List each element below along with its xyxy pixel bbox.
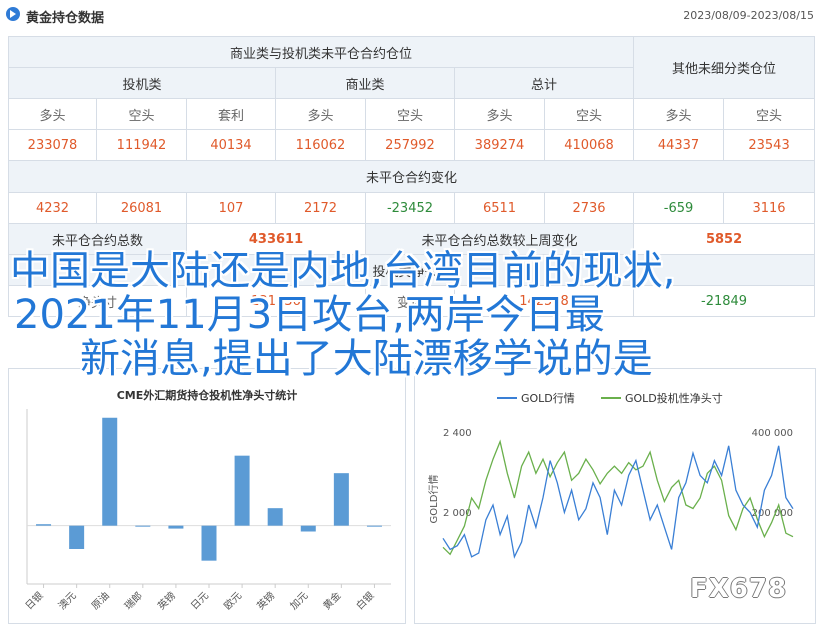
position-value: 40134	[186, 129, 276, 161]
y-left-axis-label: GOLD行情	[427, 475, 440, 524]
col-label: 多头	[275, 98, 366, 130]
section-other: 其他未细分类仓位	[633, 36, 816, 99]
bar-chart-svg: 日银 澳元 原油 瑞郎 英镑 日元 欧元 英镑 加元 黄金 白银	[22, 409, 391, 613]
bar	[36, 524, 52, 526]
play-icon	[6, 7, 20, 21]
x-tick-label: 日银	[22, 589, 45, 612]
bar	[234, 455, 250, 526]
headline-line-3: 新消息,提出了大陆漂移学说的是	[80, 336, 653, 382]
position-value: 410068	[543, 129, 635, 161]
y-right-tick-label: 200 000	[752, 508, 793, 519]
page-title: 黄金持仓数据	[26, 11, 105, 26]
bar	[135, 525, 151, 527]
bar	[201, 525, 217, 561]
position-value: 23543	[723, 129, 816, 161]
fx678-watermark: FX678	[690, 574, 788, 604]
col-label: 空头	[543, 98, 635, 130]
x-tick-label: 英镑	[254, 589, 277, 612]
legend-label: GOLD行情	[521, 392, 575, 405]
x-tick-label: 加元	[288, 590, 311, 613]
x-tick-label: 日元	[189, 590, 211, 612]
x-tick-label: 瑞郎	[122, 589, 145, 612]
y-left-tick-label: 2 400	[443, 428, 472, 439]
group-total: 总计	[453, 67, 635, 99]
position-value: 116062	[275, 129, 366, 161]
legend: GOLD行情 GOLD投机性净头寸	[497, 391, 723, 405]
bar	[300, 525, 316, 532]
col-label: 空头	[96, 98, 187, 130]
x-tick-label: 黄金	[320, 589, 343, 612]
x-tick-label: 白银	[353, 589, 376, 612]
position-value: 111942	[96, 129, 187, 161]
change-value: 2736	[543, 192, 635, 224]
page-header: 黄金持仓数据 2023/08/09-2023/08/15	[0, 0, 820, 32]
chart-title: CME外汇期货持仓投机性净头寸统计	[116, 389, 298, 402]
col-label: 多头	[633, 98, 725, 130]
x-tick-label: 欧元	[222, 590, 245, 613]
x-tick-label: 澳元	[55, 589, 78, 612]
change-value: 3116	[723, 192, 816, 224]
change-value: 4232	[8, 192, 97, 224]
group-commercial: 商业类	[275, 67, 455, 99]
legend-label: GOLD投机性净头寸	[625, 391, 723, 405]
col-label: 多头	[8, 98, 97, 130]
position-value: 389274	[454, 129, 545, 161]
bar	[69, 525, 85, 549]
bar	[168, 525, 184, 529]
change-value: 6511	[454, 192, 545, 224]
section-commercial-speculative: 商业类与投机类未平仓合约仓位	[7, 36, 635, 68]
bar	[102, 417, 118, 526]
position-value: 257992	[365, 129, 455, 161]
change-value: 26081	[96, 192, 187, 224]
change-title: 未平仓合约变化	[7, 160, 816, 193]
col-label: 多头	[454, 98, 545, 130]
x-tick-label: 英镑	[155, 589, 178, 612]
col-label: 空头	[365, 98, 455, 130]
col-label: 套利	[186, 98, 276, 130]
bar	[366, 525, 382, 527]
date-range: 2023/08/09-2023/08/15	[683, 9, 814, 22]
headline-line-1: 中国是大陆还是内地,台湾目前的现状,	[10, 248, 676, 294]
group-speculative: 投机类	[8, 67, 276, 99]
change-value: -23452	[365, 192, 455, 224]
bar	[333, 473, 349, 526]
change-value: -659	[633, 192, 725, 224]
change-value: 2172	[275, 192, 366, 224]
cme-net-position-chart: CME外汇期货持仓投机性净头寸统计 日银 澳元 原油 瑞郎 英镑 日元 欧元 英镑 加元 黄金 白银	[8, 368, 406, 624]
y-right-tick-label: 400 000	[752, 428, 793, 439]
col-label: 空头	[723, 98, 816, 130]
position-value: 44337	[633, 129, 725, 161]
headline-line-2: 2021年11月3日攻台,两岸今日最	[14, 292, 605, 338]
x-tick-label: 原油	[89, 589, 112, 612]
position-value: 233078	[8, 129, 97, 161]
change-value: 107	[186, 192, 276, 224]
series-line-gold-price	[442, 445, 794, 559]
bar	[267, 508, 283, 526]
